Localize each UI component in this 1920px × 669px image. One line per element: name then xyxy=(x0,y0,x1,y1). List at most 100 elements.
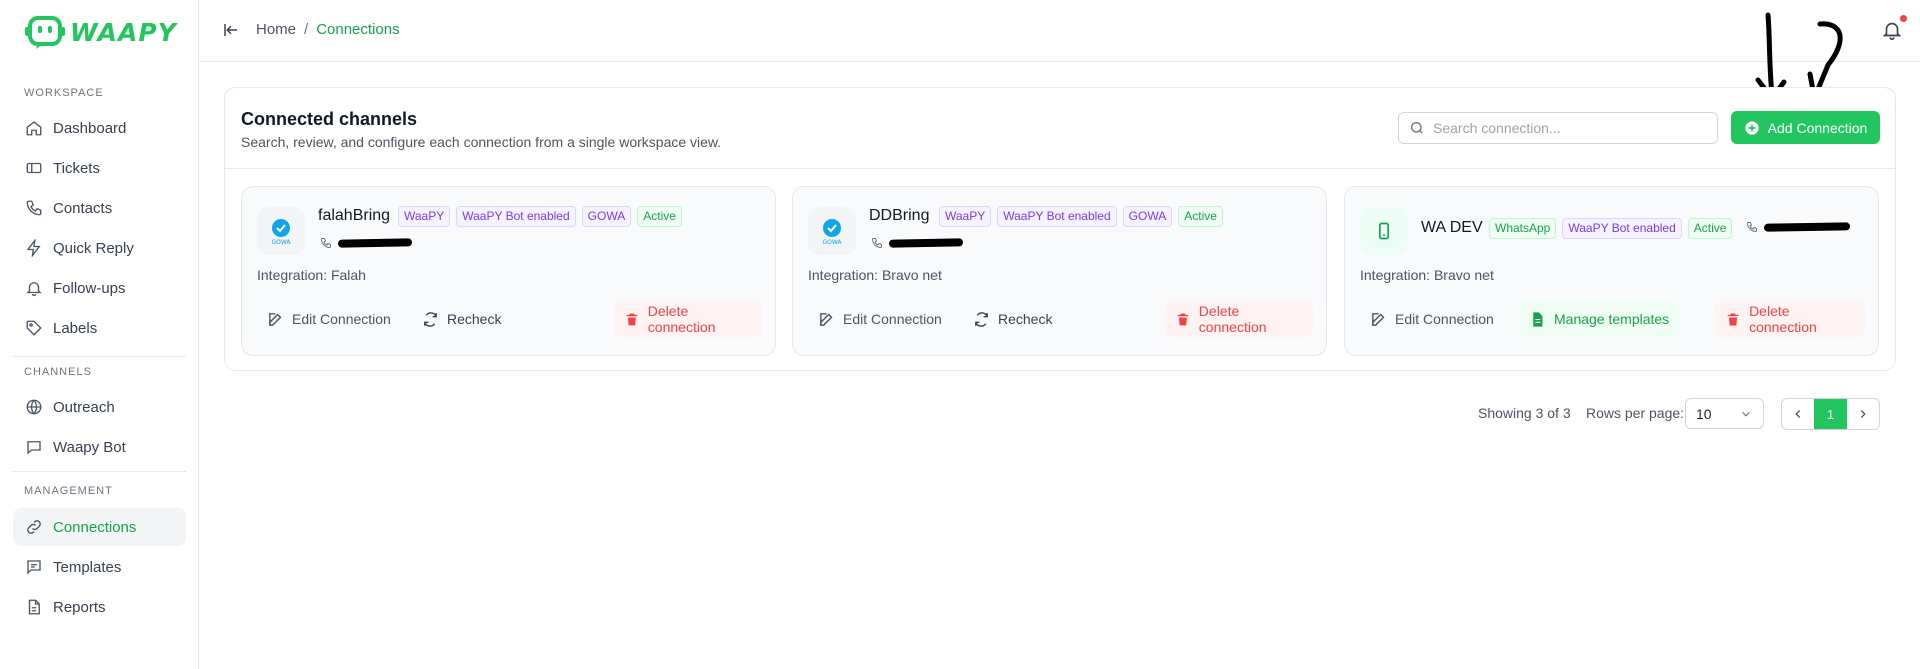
status-badge: WaaPY xyxy=(398,206,451,227)
add-connection-button[interactable]: Add Connection xyxy=(1731,111,1880,144)
phone-row xyxy=(1746,221,1851,233)
phone-row xyxy=(320,237,413,249)
status-badge: WhatsApp xyxy=(1489,218,1557,239)
recheck-button[interactable]: Recheck xyxy=(412,301,511,337)
sidebar-item-waapy-bot[interactable]: Waapy Bot xyxy=(13,428,186,466)
action-label: Delete connection xyxy=(1749,303,1817,335)
next-page-button[interactable] xyxy=(1847,399,1879,429)
action-label: Recheck xyxy=(998,311,1053,327)
sidebar-item-connections[interactable]: Connections xyxy=(13,508,186,546)
status-badge: WaaPY xyxy=(939,206,992,227)
manage-templates-button[interactable]: Manage templates xyxy=(1519,301,1680,337)
edit-connection-button[interactable]: Edit Connection xyxy=(257,301,401,337)
sidebar-item-label: Follow-ups xyxy=(53,279,126,297)
notification-bell-icon[interactable] xyxy=(1881,19,1903,41)
topbar: Home / Connections xyxy=(200,0,1920,62)
chevron-right-icon xyxy=(1860,410,1866,418)
edit-icon xyxy=(1372,312,1385,326)
connection-name: falahBring xyxy=(318,207,391,224)
action-label: Delete connection xyxy=(1198,303,1267,335)
trash-icon xyxy=(626,313,638,325)
action-label: Manage templates xyxy=(1554,311,1670,327)
sidebar-item-tickets[interactable]: Tickets xyxy=(13,149,186,187)
card-actions: Edit Connection Recheck Delete connectio… xyxy=(808,301,1313,339)
rows-per-page-select[interactable]: 10 xyxy=(1685,398,1764,429)
sidebar-item-label: Connections xyxy=(53,518,137,536)
redacted-phone xyxy=(888,238,964,248)
sidebar: WAAPY Workspace Dashboard Tickets Contac… xyxy=(0,0,199,669)
page-button-current[interactable]: 1 xyxy=(1814,399,1847,429)
connection-name: DDBring xyxy=(869,207,930,224)
delete-connection-button[interactable]: Delete connection xyxy=(1165,301,1313,337)
phone-icon xyxy=(26,200,42,216)
gowa-logo-text: GOWA xyxy=(822,239,842,246)
status-badge: WaaPY Bot enabled xyxy=(1562,218,1682,239)
sidebar-item-follow-ups[interactable]: Follow-ups xyxy=(13,269,186,307)
page-title: Connected channels xyxy=(241,109,418,129)
sidebar-item-outreach[interactable]: Outreach xyxy=(13,388,186,426)
logo[interactable]: WAAPY xyxy=(24,14,177,50)
breadcrumb-separator: / xyxy=(304,21,309,38)
status-badge: Active xyxy=(1178,206,1223,227)
trash-icon xyxy=(1727,312,1739,326)
edit-connection-button[interactable]: Edit Connection xyxy=(808,301,952,337)
sidebar-divider xyxy=(13,471,186,472)
integration-label: Integration: Bravo net xyxy=(808,267,942,283)
status-badge: Active xyxy=(1687,218,1733,239)
connection-card: GOWA falahBring WaaPY WaaPY Bot enabled … xyxy=(241,186,776,356)
sidebar-item-labels[interactable]: Labels xyxy=(13,309,186,347)
sidebar-item-reports[interactable]: Reports xyxy=(13,588,186,626)
refresh-icon xyxy=(424,311,437,327)
sidebar-item-label: Templates xyxy=(53,558,122,576)
breadcrumb: Home / Connections xyxy=(256,21,400,38)
sidebar-item-contacts[interactable]: Contacts xyxy=(13,189,186,227)
edit-connection-button[interactable]: Edit Connection xyxy=(1360,301,1504,337)
gowa-logo-text: GOWA xyxy=(271,239,291,246)
status-badge: Active xyxy=(637,206,682,227)
breadcrumb-current: Connections xyxy=(316,21,400,38)
trash-icon xyxy=(1177,313,1189,325)
breadcrumb-home[interactable]: Home xyxy=(256,21,296,38)
gowa-avatar: GOWA xyxy=(257,207,305,255)
sidebar-item-label: Tickets xyxy=(53,159,100,177)
file-text-icon xyxy=(1533,311,1543,327)
previous-page-button[interactable] xyxy=(1782,399,1814,429)
globe-icon xyxy=(26,399,42,415)
search-input[interactable] xyxy=(1433,120,1703,136)
connections-panel: Connected channels Search, review, and c… xyxy=(224,87,1896,371)
sidebar-item-templates[interactable]: Templates xyxy=(13,548,186,586)
sidebar-item-label: Outreach xyxy=(53,398,115,416)
sidebar-item-dashboard[interactable]: Dashboard xyxy=(13,109,186,147)
robot-logo-icon xyxy=(25,16,65,49)
refresh-icon xyxy=(975,311,988,327)
logo-text: WAAPY xyxy=(70,17,177,47)
sidebar-item-label: Reports xyxy=(53,598,106,616)
action-label: Edit Connection xyxy=(1395,311,1494,327)
connection-name: WA DEV xyxy=(1421,219,1483,236)
collapse-sidebar-icon[interactable] xyxy=(222,21,240,39)
search-box[interactable] xyxy=(1398,112,1718,144)
pagination-controls: 1 xyxy=(1781,398,1880,430)
recheck-button[interactable]: Recheck xyxy=(963,301,1062,337)
message-icon xyxy=(27,560,41,575)
action-label: Delete connection xyxy=(647,303,716,335)
sidebar-item-label: Contacts xyxy=(53,199,113,217)
edit-icon xyxy=(269,312,282,326)
connection-card: WA DEV WhatsApp WaaPY Bot enabled Active… xyxy=(1344,186,1879,356)
mobile-icon xyxy=(1379,222,1389,240)
page-subtitle: Search, review, and configure each conne… xyxy=(241,134,722,150)
lightning-icon xyxy=(26,239,41,257)
edit-icon xyxy=(820,312,833,326)
integration-label: Integration: Bravo net xyxy=(1360,267,1494,283)
sidebar-item-quick-reply[interactable]: Quick Reply xyxy=(13,229,186,267)
chevron-left-icon xyxy=(1795,410,1801,418)
status-badge: WaaPY Bot enabled xyxy=(997,206,1117,227)
delete-connection-button[interactable]: Delete connection xyxy=(614,301,762,337)
rows-per-page-value: 10 xyxy=(1696,405,1712,422)
bell-icon xyxy=(26,282,42,297)
delete-connection-button[interactable]: Delete connection xyxy=(1715,301,1865,337)
section-label-channels: Channels xyxy=(24,366,92,378)
sidebar-item-label: Waapy Bot xyxy=(53,438,126,456)
sidebar-divider xyxy=(13,356,186,357)
badge-row: WhatsApp WaaPY Bot enabled Active xyxy=(1489,218,1733,239)
